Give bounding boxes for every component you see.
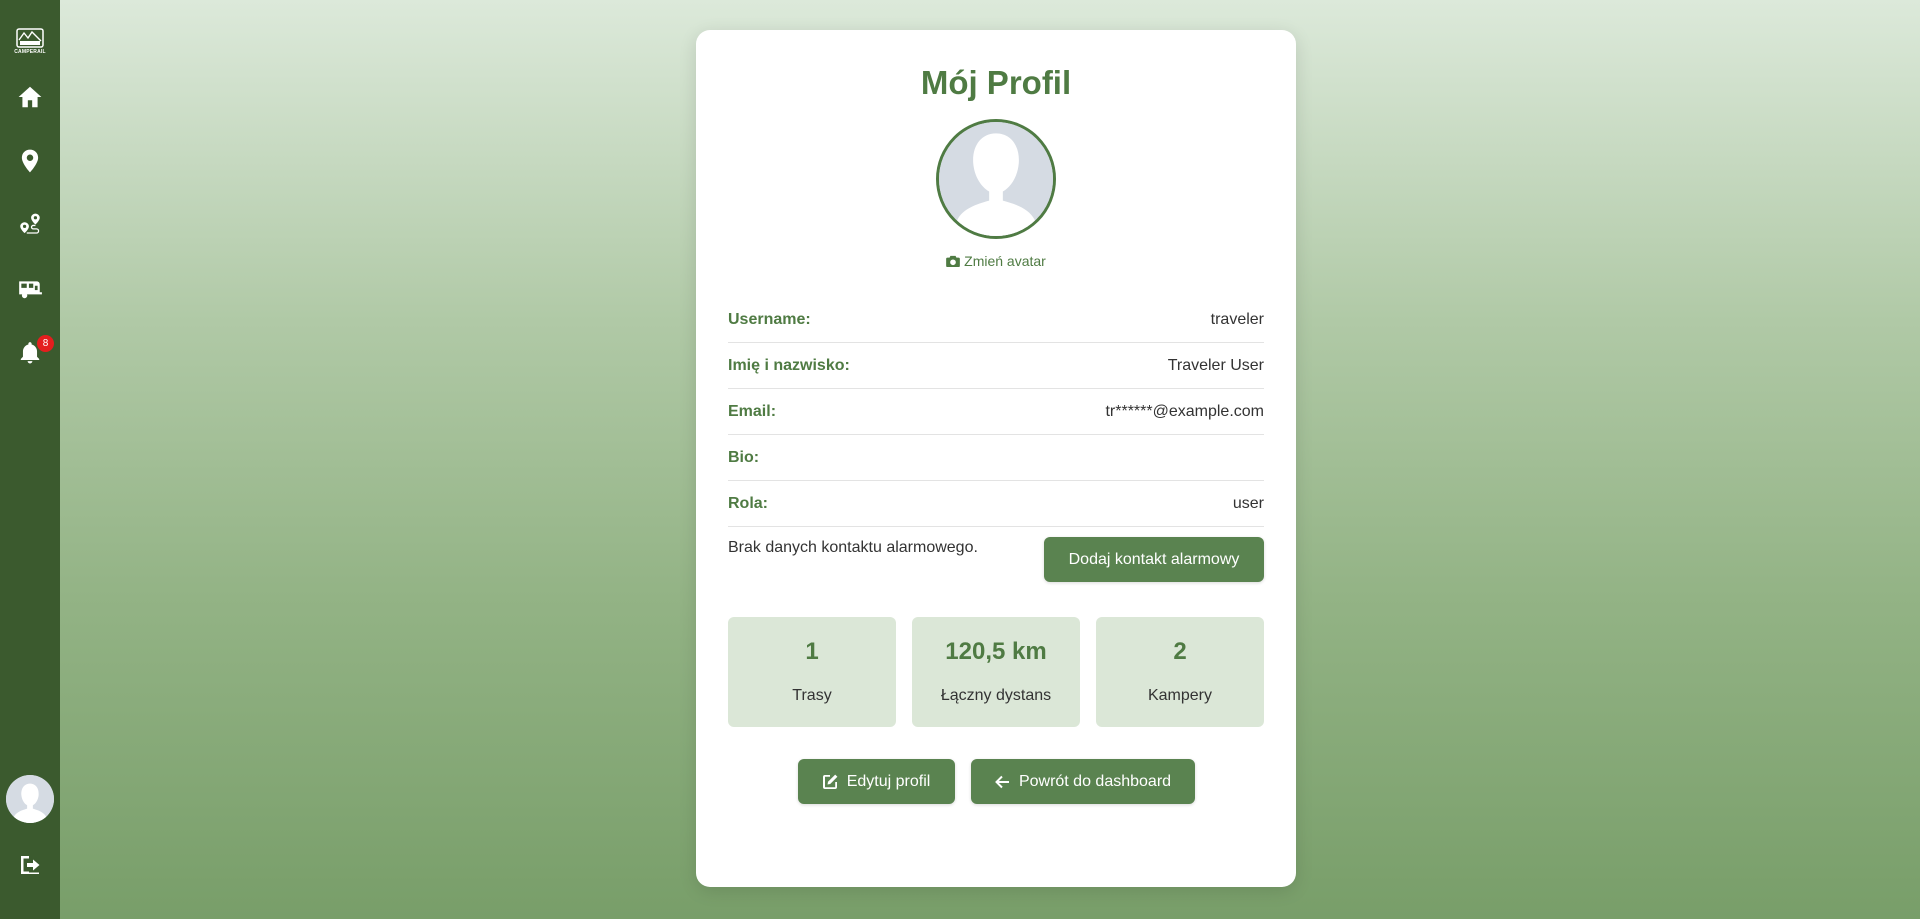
sidebar: CAMPERAIL 8 bbox=[0, 0, 60, 919]
camper-logo-icon bbox=[16, 27, 44, 48]
sidebar-item-campers[interactable] bbox=[0, 257, 60, 321]
profile-avatar bbox=[936, 119, 1056, 239]
sidebar-item-home[interactable] bbox=[0, 65, 60, 129]
camper-van-icon bbox=[19, 281, 42, 299]
stat-card-distance: 120,5 km Łączny dystans bbox=[912, 617, 1080, 727]
change-avatar-label: Zmień avatar bbox=[964, 253, 1046, 269]
home-icon bbox=[18, 86, 42, 108]
stat-card-routes: 1 Trasy bbox=[728, 617, 896, 727]
profile-stats: 1 Trasy 120,5 km Łączny dystans 2 Kamper… bbox=[728, 617, 1264, 727]
stat-value: 2 bbox=[1173, 638, 1187, 665]
route-icon bbox=[20, 213, 40, 234]
notification-count-badge: 8 bbox=[37, 335, 54, 352]
sidebar-item-places[interactable] bbox=[0, 129, 60, 193]
field-value: tr******@example.com bbox=[1105, 402, 1264, 420]
info-row-role: Rola: user bbox=[728, 481, 1264, 527]
logout-icon bbox=[21, 856, 40, 874]
field-value: user bbox=[1232, 494, 1264, 512]
field-label: Rola: bbox=[728, 494, 768, 512]
logout-button[interactable] bbox=[0, 848, 60, 882]
camera-icon bbox=[946, 255, 960, 267]
stat-card-campers: 2 Kampery bbox=[1096, 617, 1264, 727]
profile-info-list: Username: traveler Imię i nazwisko: Trav… bbox=[728, 297, 1264, 527]
info-row-email: Email: tr******@example.com bbox=[728, 389, 1264, 435]
sidebar-user-avatar[interactable] bbox=[6, 775, 54, 823]
back-to-dashboard-label: Powrót do dashboard bbox=[1018, 772, 1172, 790]
change-avatar-link[interactable]: Zmień avatar bbox=[728, 252, 1264, 270]
sidebar-item-notifications[interactable]: 8 bbox=[0, 321, 60, 385]
app-logo[interactable]: CAMPERAIL bbox=[13, 26, 47, 56]
stat-label: Kampery bbox=[1147, 687, 1213, 704]
edit-profile-button[interactable]: Edytuj profil bbox=[797, 759, 955, 804]
info-row-fullname: Imię i nazwisko: Traveler User bbox=[728, 343, 1264, 389]
back-to-dashboard-button[interactable]: Powrót do dashboard bbox=[970, 759, 1195, 804]
emergency-contact-empty-text: Brak danych kontaktu alarmowego. bbox=[728, 539, 978, 556]
edit-profile-label: Edytuj profil bbox=[846, 772, 931, 790]
info-row-username: Username: traveler bbox=[728, 297, 1264, 343]
field-value: Traveler User bbox=[1167, 356, 1264, 374]
field-label: Email: bbox=[728, 402, 777, 420]
sidebar-item-routes[interactable] bbox=[0, 193, 60, 257]
field-label: Bio: bbox=[728, 448, 760, 466]
edit-icon bbox=[822, 774, 838, 789]
info-row-bio: Bio: bbox=[728, 435, 1264, 481]
field-value: traveler bbox=[1210, 310, 1264, 328]
stat-value: 1 bbox=[805, 638, 819, 665]
profile-actions: Edytuj profil Powrót do dashboard bbox=[728, 759, 1264, 804]
arrow-left-icon bbox=[995, 775, 1009, 788]
stat-label: Trasy bbox=[792, 687, 832, 704]
logo-text: CAMPERAIL bbox=[14, 48, 46, 55]
emergency-contact-section: Brak danych kontaktu alarmowego. Dodaj k… bbox=[728, 537, 1264, 585]
field-label: Imię i nazwisko: bbox=[728, 356, 850, 374]
user-avatar-icon bbox=[6, 775, 54, 823]
field-label: Username: bbox=[728, 310, 811, 328]
add-emergency-contact-button[interactable]: Dodaj kontakt alarmowy bbox=[1044, 537, 1264, 582]
stat-value: 120,5 km bbox=[945, 638, 1047, 665]
profile-card: Mój Profil Zmień avatar Username: travel… bbox=[696, 30, 1296, 887]
user-silhouette-icon bbox=[939, 122, 1053, 236]
page-title: Mój Profil bbox=[920, 64, 1072, 101]
map-marker-icon bbox=[21, 149, 39, 173]
stat-label: Łączny dystans bbox=[940, 687, 1052, 704]
